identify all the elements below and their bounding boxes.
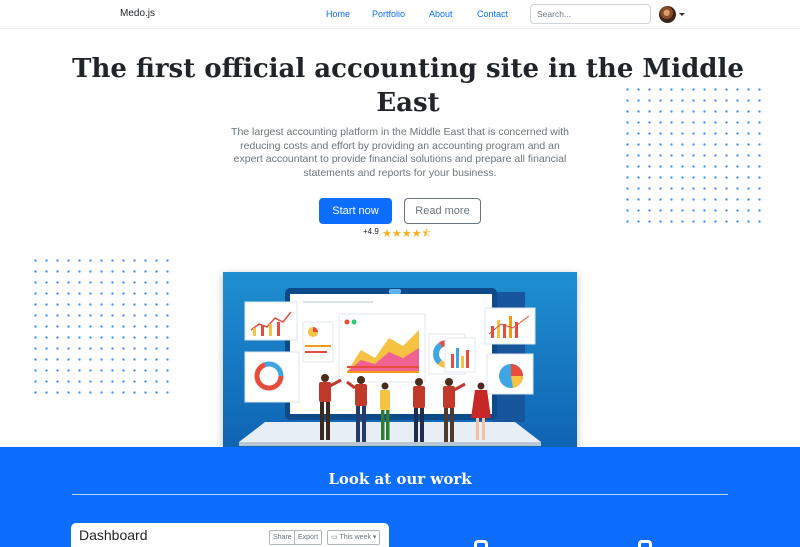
share-button[interactable]: Share — [269, 530, 296, 545]
read-more-button[interactable]: Read more — [404, 198, 481, 224]
feature-icon — [474, 540, 488, 547]
chevron-down-icon[interactable] — [679, 13, 685, 16]
star-rating-icon: ★★★★⯪ — [382, 227, 432, 240]
analytics-team-illustration — [223, 272, 577, 450]
navbar: Medo.js Home Portfolio About Contact — [0, 0, 800, 29]
feature-icon — [638, 540, 652, 547]
nav-link-portfolio[interactable]: Portfolio — [372, 9, 405, 19]
hero-description: The largest accounting platform in the M… — [231, 126, 569, 179]
brand-logo[interactable]: Medo.js — [120, 8, 155, 19]
period-dropdown[interactable]: ▭ This week ▾ — [327, 530, 381, 545]
search-input[interactable] — [530, 4, 651, 24]
period-label: This week — [339, 534, 371, 541]
nav-link-about[interactable]: About — [429, 9, 453, 19]
dot-pattern-decoration — [622, 84, 768, 228]
nav-link-home[interactable]: Home — [326, 9, 350, 19]
dashboard-title: Dashboard — [79, 527, 148, 543]
avatar[interactable] — [659, 6, 676, 23]
rating-label: +4.9 — [363, 227, 379, 236]
section-divider — [72, 494, 728, 495]
calendar-icon: ▭ — [331, 534, 338, 541]
export-button[interactable]: Export — [294, 530, 323, 545]
start-now-button[interactable]: Start now — [319, 198, 392, 224]
hero-illustration — [223, 272, 577, 450]
section-title: Look at our work — [328, 470, 472, 488]
nav-link-contact[interactable]: Contact — [477, 9, 508, 19]
dot-pattern-decoration — [30, 255, 176, 401]
dashboard-preview-card: Dashboard Share Export ▭ This week ▾ — [71, 523, 389, 547]
chevron-down-icon: ▾ — [372, 534, 377, 541]
